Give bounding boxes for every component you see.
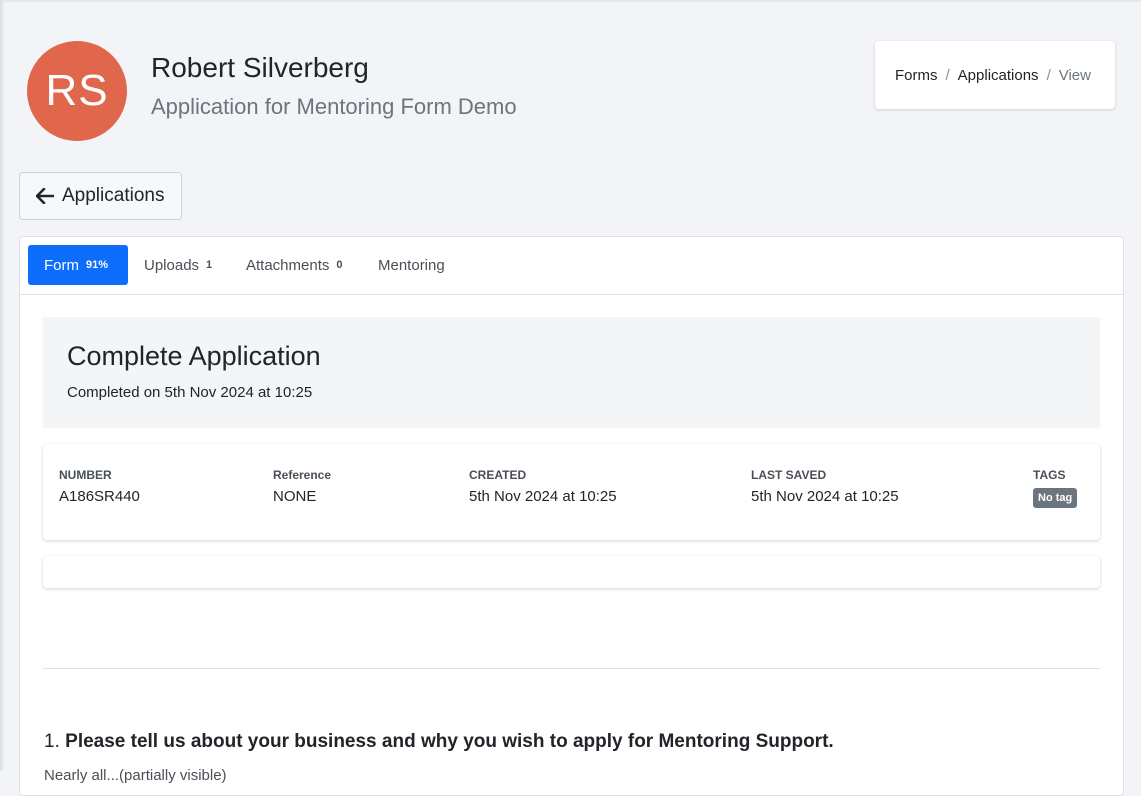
empty-panel xyxy=(43,556,1100,588)
meta-tags-label: TAGS xyxy=(1033,468,1066,482)
meta-reference: Reference NONE xyxy=(273,468,331,505)
meta-last-saved-value: 5th Nov 2024 at 10:25 xyxy=(751,488,899,505)
meta-last-saved-label: LAST SAVED xyxy=(751,468,827,482)
form-name: Application for Mentoring Form Demo xyxy=(151,94,517,119)
tab-form-label: Form xyxy=(44,256,79,274)
question-text: Please tell us about your business and w… xyxy=(65,731,834,752)
meta-created: CREATED 5th Nov 2024 at 10:25 xyxy=(469,468,617,505)
section-divider xyxy=(43,668,1100,669)
meta-reference-value: NONE xyxy=(273,488,317,505)
meta-number-label: NUMBER xyxy=(59,468,112,482)
status-title: Complete Application xyxy=(67,341,321,371)
top-edge xyxy=(0,0,1141,2)
tab-mentoring-label: Mentoring xyxy=(378,256,445,274)
tab-attachments-count: 0 xyxy=(336,259,343,271)
avatar-initials: RS xyxy=(45,66,109,115)
question-help-text: Nearly all...(partially visible) xyxy=(44,767,227,784)
application-meta: NUMBER A186SR440 Reference NONE CREATED … xyxy=(43,444,1100,540)
breadcrumb-separator: / xyxy=(1046,66,1051,84)
arrow-left-icon xyxy=(36,188,54,204)
completed-date: Completed on 5th Nov 2024 at 10:25 xyxy=(67,384,313,401)
breadcrumb-item-applications[interactable]: Applications xyxy=(958,67,1039,84)
tag-badge[interactable]: No tag xyxy=(1033,488,1078,508)
meta-reference-label: Reference xyxy=(273,468,332,482)
meta-number-value: A186SR440 xyxy=(59,488,140,505)
back-button-label: Applications xyxy=(62,185,165,206)
tab-uploads-label: Uploads xyxy=(144,256,200,274)
meta-last-saved: LAST SAVED 5th Nov 2024 at 10:25 xyxy=(751,468,899,505)
tab-form[interactable]: Form 91% xyxy=(28,245,128,285)
tab-uploads-count: 1 xyxy=(206,259,213,271)
breadcrumb-separator: / xyxy=(945,66,950,84)
application-card: Form 91% Uploads 1 Attachments 0 Mentori… xyxy=(19,236,1124,796)
user-name: Robert Silverberg xyxy=(151,52,369,83)
avatar: RS xyxy=(27,41,127,141)
meta-created-label: CREATED xyxy=(469,468,527,482)
question-number: 1. xyxy=(44,731,60,752)
meta-number: NUMBER A186SR440 xyxy=(59,468,140,505)
breadcrumb-item-forms[interactable]: Forms xyxy=(895,67,938,84)
breadcrumb-item-view: View xyxy=(1058,66,1091,84)
tab-uploads[interactable]: Uploads 1 xyxy=(144,245,212,285)
question-1: 1. Please tell us about your business an… xyxy=(44,731,834,753)
breadcrumb: Forms / Applications / View xyxy=(875,41,1115,109)
tab-mentoring[interactable]: Mentoring xyxy=(378,245,445,285)
tab-bar: Form 91% Uploads 1 Attachments 0 Mentori… xyxy=(20,237,1123,295)
left-edge xyxy=(0,0,4,771)
tab-attachments-label: Attachments xyxy=(246,256,330,274)
status-panel: Complete Application Completed on 5th No… xyxy=(43,317,1100,428)
meta-created-value: 5th Nov 2024 at 10:25 xyxy=(469,488,617,505)
tab-form-progress: 91% xyxy=(86,259,109,271)
tab-attachments[interactable]: Attachments 0 xyxy=(246,245,343,285)
back-to-applications-button[interactable]: Applications xyxy=(19,172,182,220)
meta-tags: TAGS No tag xyxy=(1033,468,1078,508)
